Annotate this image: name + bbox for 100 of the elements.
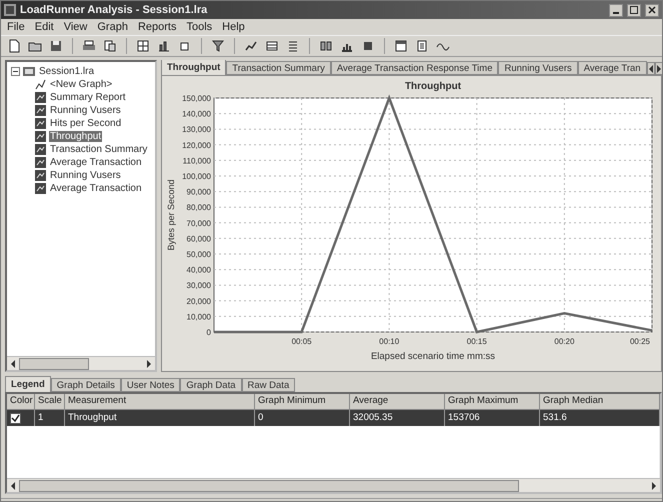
graph-tab[interactable]: Average Tran [578, 61, 647, 75]
graph-tab[interactable]: Running Vusers [498, 61, 578, 75]
tree-item[interactable]: Running Vusers [49, 170, 122, 181]
x-tick-label: 00:10 [379, 337, 400, 346]
document-icon [7, 39, 21, 53]
y-tick-label: 50,000 [186, 250, 211, 259]
filter-icon [211, 39, 225, 53]
menu-item[interactable]: Edit [34, 21, 54, 33]
graph-icon [35, 131, 46, 142]
tree-item[interactable]: Average Transaction [49, 157, 143, 168]
column-header[interactable]: Graph Minimum [255, 394, 350, 410]
legend-row[interactable]: 1 Throughput 0 32005.35 153706 531.6 [7, 410, 660, 426]
x-axis-label: Elapsed scenario time mm:ss [370, 351, 496, 362]
y-tick-label: 150,000 [182, 94, 211, 103]
menu-item[interactable]: Reports [138, 21, 176, 33]
tree-item[interactable]: Running Vusers [49, 105, 122, 116]
column-header[interactable]: Scale [35, 394, 65, 410]
window-icon [394, 39, 408, 53]
left-arrow-icon [648, 64, 654, 72]
legend-tab[interactable]: Legend [5, 376, 51, 392]
y-tick-label: 20,000 [186, 296, 211, 306]
y-tick-label: 120,000 [182, 140, 211, 150]
y-tick-label: 110,000 [182, 156, 211, 166]
app-icon [4, 4, 16, 16]
column-header[interactable]: Average [350, 394, 445, 410]
table-cell: 32005.35 [350, 410, 445, 426]
maximize-icon [630, 6, 638, 14]
tree-item[interactable]: Session1.lra [38, 66, 96, 77]
graph-icon [35, 144, 46, 155]
menu-item[interactable]: Graph [97, 21, 128, 33]
y-tick-label: 30,000 [186, 281, 211, 290]
tree-item[interactable]: Transaction Summary [49, 144, 148, 155]
column-header[interactable]: Measurement [65, 394, 255, 410]
tree-item[interactable]: <New Graph> [49, 79, 114, 90]
block-icon [361, 39, 375, 53]
close-button[interactable] [645, 4, 659, 16]
y-tick-label: 0 [206, 328, 211, 337]
y-tick-label: 60,000 [186, 234, 211, 244]
x-tick-label: 00:25 [630, 337, 650, 346]
legend-tab[interactable]: Graph Details [50, 378, 121, 392]
column-header[interactable]: Graph Maximum [445, 394, 540, 410]
right-arrow-icon [656, 64, 662, 72]
merge-icon [319, 39, 333, 53]
menu-item[interactable]: Tools [186, 21, 212, 33]
collapse-icon[interactable] [11, 67, 20, 76]
x-tick-label: 00:15 [466, 337, 487, 346]
page-icon [103, 39, 117, 53]
graph-icon [35, 92, 46, 103]
y-tick-label: 40,000 [186, 266, 211, 275]
new-graph-icon [35, 79, 46, 90]
graph-tab[interactable]: Throughput [161, 60, 226, 75]
minimize-button[interactable] [609, 4, 623, 16]
legend-tab[interactable]: Raw Data [242, 378, 296, 392]
checkmark-icon [11, 414, 20, 422]
y-tick-label: 70,000 [186, 218, 211, 228]
table-cell: Throughput [65, 410, 255, 426]
menu-item[interactable]: Help [222, 21, 245, 33]
line-chart-icon [244, 39, 258, 53]
table-cell: 531.6 [540, 410, 660, 426]
legend-tab[interactable]: Graph Data [180, 378, 242, 392]
column-header[interactable]: Color [7, 394, 35, 410]
table-icon [265, 39, 279, 53]
y-axis-label: Bytes per Second [166, 179, 176, 251]
graph-tab[interactable]: Average Transaction Response Time [330, 61, 498, 75]
tree-item[interactable]: Hits per Second [49, 118, 122, 129]
bar-chart-icon [157, 39, 171, 53]
checkbox[interactable] [10, 412, 21, 424]
close-icon [648, 6, 656, 14]
y-tick-label: 100,000 [182, 172, 211, 181]
printer-icon [82, 39, 96, 53]
list-icon [286, 39, 300, 53]
chart-title: Throughput [404, 81, 462, 92]
legend-tab[interactable]: User Notes [120, 378, 180, 392]
y-tick-label: 140,000 [182, 110, 211, 119]
table-cell: 0 [255, 410, 350, 426]
session-icon [23, 66, 35, 77]
graph-tab[interactable]: Transaction Summary [226, 61, 331, 75]
graph-icon [35, 118, 46, 129]
y-tick-label: 90,000 [186, 188, 211, 197]
tree-item[interactable]: Summary Report [49, 92, 127, 103]
tree-item[interactable]: Throughput [49, 131, 102, 142]
graph-icon [35, 183, 46, 194]
table-cell: 1 [35, 410, 65, 426]
window-title: LoadRunner Analysis - Session1.lra [20, 4, 208, 16]
graph-icon [35, 105, 46, 116]
table-cell: 153706 [445, 410, 540, 426]
column-header[interactable]: Graph Median [540, 394, 660, 410]
menu-item[interactable]: File [7, 21, 25, 33]
maximize-button[interactable] [627, 4, 641, 16]
y-tick-label: 130,000 [182, 125, 211, 134]
horizontal-scrollbar[interactable] [7, 478, 660, 492]
tree-item[interactable]: Average Transaction [49, 183, 143, 194]
y-tick-label: 80,000 [186, 203, 211, 212]
horizontal-scrollbar[interactable] [7, 356, 155, 370]
grid-icon [136, 39, 150, 53]
graph-icon [35, 170, 46, 181]
menu-item[interactable]: View [64, 21, 88, 33]
x-tick-label: 00:05 [292, 337, 312, 346]
report-icon [415, 39, 429, 53]
graph-icon [35, 157, 46, 168]
